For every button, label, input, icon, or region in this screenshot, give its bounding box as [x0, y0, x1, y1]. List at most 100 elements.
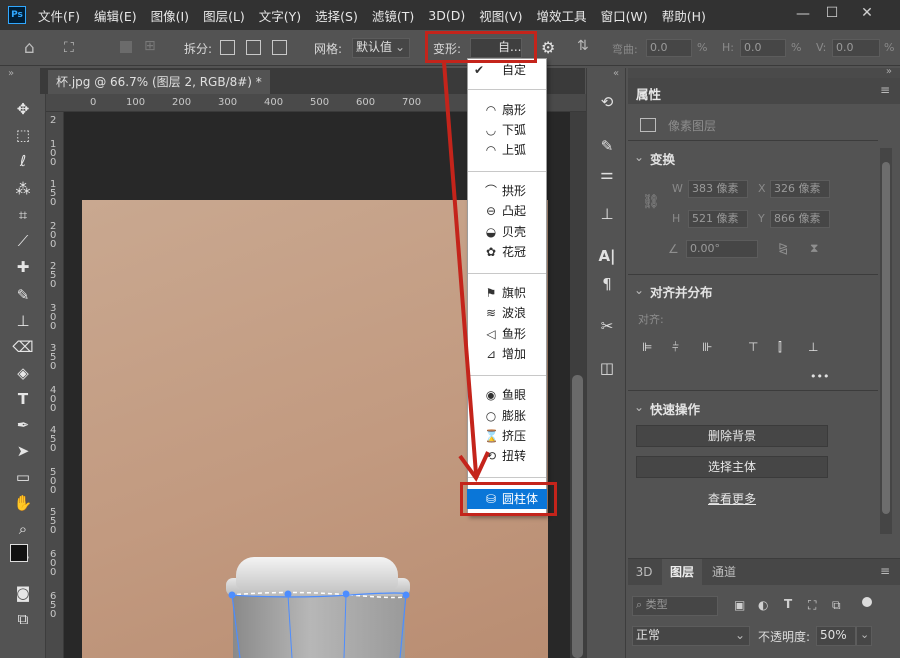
eyedropper-tool-icon[interactable]: ⟋ — [10, 230, 36, 252]
opacity-dropdown-icon[interactable]: ⌄ — [856, 626, 872, 646]
menu-window[interactable]: 窗口(W) — [601, 6, 648, 25]
character-icon[interactable]: A| — [595, 244, 619, 268]
brush-tool-icon[interactable]: ✎ — [10, 284, 36, 306]
warp-orientation-icon[interactable]: ⇅ — [577, 38, 589, 54]
menu-view[interactable]: 视图(V) — [479, 6, 522, 25]
filter-pixel-icon[interactable]: ▣ — [734, 598, 745, 612]
paragraph-icon[interactable]: ¶ — [595, 272, 619, 296]
move-tool-icon[interactable]: ✥ — [10, 98, 36, 120]
menu-type[interactable]: 文字(Y) — [259, 6, 301, 25]
split-horizontal-button[interactable] — [272, 40, 287, 55]
filter-shape-icon[interactable]: ⛶ — [808, 598, 816, 613]
align-bottom-icon[interactable]: ⊥ — [808, 340, 818, 354]
angle-input[interactable]: 0.00° — [686, 240, 758, 258]
type-tool-icon[interactable]: T — [10, 388, 36, 410]
menu-filter[interactable]: 滤镜(T) — [372, 6, 414, 25]
menu-3d[interactable]: 3D(D) — [428, 8, 465, 23]
properties-tab[interactable]: 属性 — [636, 84, 661, 103]
split-cross-button[interactable] — [220, 40, 235, 55]
flip-vertical-icon[interactable]: ⧗ — [810, 241, 818, 256]
pen-tool-icon[interactable]: ✒ — [10, 414, 36, 436]
h-distort-input[interactable]: 0.0 — [740, 39, 786, 57]
chevron-down-icon[interactable]: ⌄ — [634, 400, 644, 414]
v-distort-input[interactable]: 0.0 — [832, 39, 880, 57]
clone-source-icon[interactable]: ⊥ — [595, 202, 619, 226]
quick-select-tool-icon[interactable]: ⁂ — [10, 178, 36, 200]
stamp-tool-icon[interactable]: ⊥ — [10, 310, 36, 332]
split-vertical-button[interactable] — [246, 40, 261, 55]
panel-menu-icon[interactable]: ≡ — [880, 83, 890, 97]
gear-icon[interactable]: ⚙ — [541, 38, 555, 57]
y-input[interactable]: 866 像素 — [770, 210, 830, 228]
remove-background-button[interactable]: 删除背景 — [636, 425, 828, 447]
select-subject-button[interactable]: 选择主体 — [636, 456, 828, 478]
close-button[interactable]: ✕ — [852, 5, 882, 21]
screen-mode-icon[interactable]: ⧉ — [10, 608, 36, 630]
align-right-icon[interactable]: ⊪ — [702, 340, 712, 354]
menu-layer[interactable]: 图层(L) — [203, 6, 245, 25]
properties-scrollbar-thumb[interactable] — [882, 162, 890, 514]
transform-tool-icon[interactable]: ⛶ — [64, 40, 74, 56]
menu-select[interactable]: 选择(S) — [315, 6, 358, 25]
foreground-color-swatch[interactable] — [10, 544, 28, 562]
minimize-button[interactable]: — — [788, 6, 818, 22]
align-left-icon[interactable]: ⊫ — [642, 340, 652, 354]
bend-input[interactable]: 0.0 — [646, 39, 692, 57]
align-center-h-icon[interactable]: ⫩ — [672, 340, 679, 355]
x-label: X — [758, 182, 766, 195]
more-options-icon[interactable]: ••• — [810, 370, 829, 383]
scrollbar-thumb[interactable] — [572, 375, 583, 658]
filter-toggle-icon[interactable] — [862, 597, 872, 607]
panel-menu-icon[interactable]: ≡ — [880, 564, 890, 578]
tab-channels[interactable]: 通道 — [704, 559, 744, 585]
menu-plugins[interactable]: 增效工具 — [537, 6, 587, 25]
healing-tool-icon[interactable]: ✚ — [10, 256, 36, 278]
paint-bucket-tool-icon[interactable]: ◈ — [10, 362, 36, 384]
width-input[interactable]: 383 像素 — [688, 180, 748, 198]
path-select-tool-icon[interactable]: ➤ — [10, 440, 36, 462]
home-icon[interactable]: ⌂ — [24, 38, 35, 58]
align-middle-v-icon[interactable]: ⫿ — [778, 340, 782, 355]
height-input[interactable]: 521 像素 — [688, 210, 748, 228]
opacity-input[interactable]: 50% — [816, 626, 856, 646]
history-icon[interactable]: ⟲ — [595, 90, 619, 114]
brush-settings-icon[interactable]: ✎ — [595, 134, 619, 158]
collapse-toolbar-icon[interactable]: » — [8, 68, 14, 79]
collapse-panels-icon[interactable]: « — [613, 68, 619, 79]
see-more-link[interactable]: 查看更多 — [708, 490, 756, 507]
tools-icon[interactable]: ✂ — [595, 314, 619, 338]
grid-select[interactable]: 默认值 ⌄ — [352, 38, 410, 58]
tab-layers[interactable]: 图层 — [662, 559, 702, 585]
adjustments-icon[interactable]: ⚌ — [595, 162, 619, 186]
lasso-tool-icon[interactable]: ℓ — [10, 150, 36, 172]
filter-type-icon[interactable]: T — [784, 597, 792, 611]
eraser-tool-icon[interactable]: ⌫ — [10, 336, 36, 358]
filter-adjustment-icon[interactable]: ◐ — [758, 598, 768, 612]
menu-file[interactable]: 文件(F) — [38, 6, 80, 25]
marquee-tool-icon[interactable]: ⬚ — [10, 124, 36, 146]
maximize-button[interactable]: ☐ — [817, 5, 847, 21]
flip-horizontal-icon[interactable]: ⧎ — [778, 241, 788, 255]
link-icon[interactable]: ⛓ — [642, 194, 660, 210]
align-top-icon[interactable]: ⊤ — [748, 340, 758, 354]
divider — [628, 390, 878, 391]
x-input[interactable]: 326 像素 — [770, 180, 830, 198]
layer-comps-icon[interactable]: ◫ — [595, 356, 619, 380]
crop-tool-icon[interactable]: ⌗ — [10, 204, 36, 226]
layer-kind-filter[interactable]: ⌕ 类型 — [632, 596, 718, 616]
hand-tool-icon[interactable]: ✋ — [10, 492, 36, 514]
zoom-tool-icon[interactable]: ⌕ — [10, 518, 36, 540]
document-tab[interactable]: 杯.jpg @ 66.7% (图层 2, RGB/8#) * × — [48, 70, 270, 113]
menu-help[interactable]: 帮助(H) — [662, 6, 706, 25]
collapse-dock-icon[interactable]: » — [886, 66, 892, 77]
menu-image[interactable]: 图像(I) — [151, 6, 189, 25]
rectangle-tool-icon[interactable]: ▭ — [10, 466, 36, 488]
quick-mask-icon[interactable]: ◙ — [10, 582, 36, 604]
tab-3d[interactable]: 3D — [628, 559, 660, 585]
blend-mode-select[interactable]: 正常 ⌄ — [632, 626, 750, 646]
chevron-down-icon[interactable]: ⌄ — [634, 283, 644, 297]
menu-edit[interactable]: 编辑(E) — [94, 6, 137, 25]
chevron-down-icon[interactable]: ⌄ — [634, 150, 644, 164]
warp-mesh[interactable] — [220, 585, 420, 658]
filter-smart-object-icon[interactable]: ⧉ — [832, 598, 841, 613]
